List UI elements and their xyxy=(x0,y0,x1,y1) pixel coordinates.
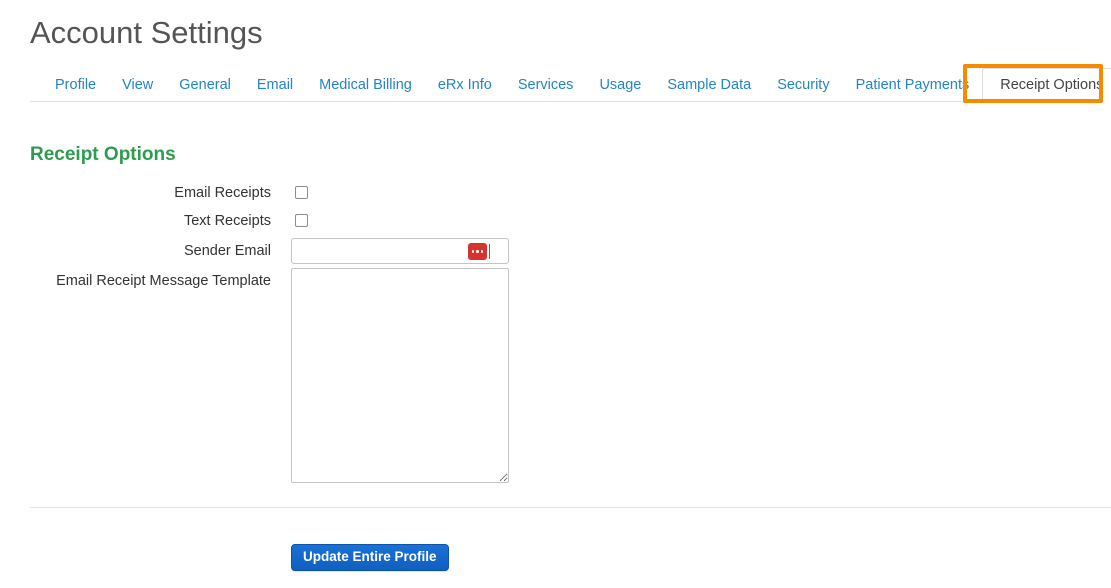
form-row-email-receipts: Email Receipts xyxy=(0,183,1111,203)
account-settings-page: Account Settings Profile View General Em… xyxy=(0,0,1111,588)
tab-general[interactable]: General xyxy=(166,68,244,103)
email-receipts-control xyxy=(291,183,311,202)
tab-sample-data[interactable]: Sample Data xyxy=(654,68,764,103)
tab-view[interactable]: View xyxy=(109,68,166,103)
sender-email-label: Sender Email xyxy=(183,243,271,259)
tab-security[interactable]: Security xyxy=(764,68,842,103)
tab-usage[interactable]: Usage xyxy=(586,68,654,103)
form-divider xyxy=(30,507,1111,508)
text-caret xyxy=(489,244,490,259)
email-receipt-message-template-label: Email Receipt Message Template xyxy=(56,273,271,289)
tab-receipt-options[interactable]: Receipt Options xyxy=(982,68,1111,103)
tab-email[interactable]: Email xyxy=(244,68,306,103)
form-row-text-receipts: Text Receipts xyxy=(0,211,1111,231)
update-entire-profile-button[interactable]: Update Entire Profile xyxy=(291,544,449,571)
email-receipt-message-template-control xyxy=(291,268,509,483)
page-title: Account Settings xyxy=(30,15,263,50)
form-actions: Update Entire Profile xyxy=(291,544,449,571)
form-row-email-receipt-message-template: Email Receipt Message Template xyxy=(0,268,1111,483)
three-dots-icon[interactable] xyxy=(468,243,487,260)
email-receipts-label: Email Receipts xyxy=(174,185,271,201)
tab-list: Profile View General Email Medical Billi… xyxy=(30,68,1111,103)
receipt-options-form: Email Receipts Text Receipts Sender Emai… xyxy=(0,183,1111,491)
email-receipt-message-template-textarea[interactable] xyxy=(291,268,509,483)
sender-email-control xyxy=(291,238,509,264)
settings-tab-bar: Profile View General Email Medical Billi… xyxy=(30,68,1111,103)
tab-profile[interactable]: Profile xyxy=(42,68,109,103)
text-receipts-label: Text Receipts xyxy=(183,213,271,229)
section-title: Receipt Options xyxy=(30,144,176,165)
tab-services[interactable]: Services xyxy=(505,68,587,103)
tab-patient-payments[interactable]: Patient Payments xyxy=(843,68,983,103)
form-row-sender-email: Sender Email xyxy=(0,238,1111,264)
tab-erx-info[interactable]: eRx Info xyxy=(425,68,505,103)
email-receipts-checkbox[interactable] xyxy=(295,186,308,199)
text-receipts-checkbox[interactable] xyxy=(295,214,308,227)
tab-medical-billing[interactable]: Medical Billing xyxy=(306,68,425,103)
text-receipts-control xyxy=(291,211,311,230)
